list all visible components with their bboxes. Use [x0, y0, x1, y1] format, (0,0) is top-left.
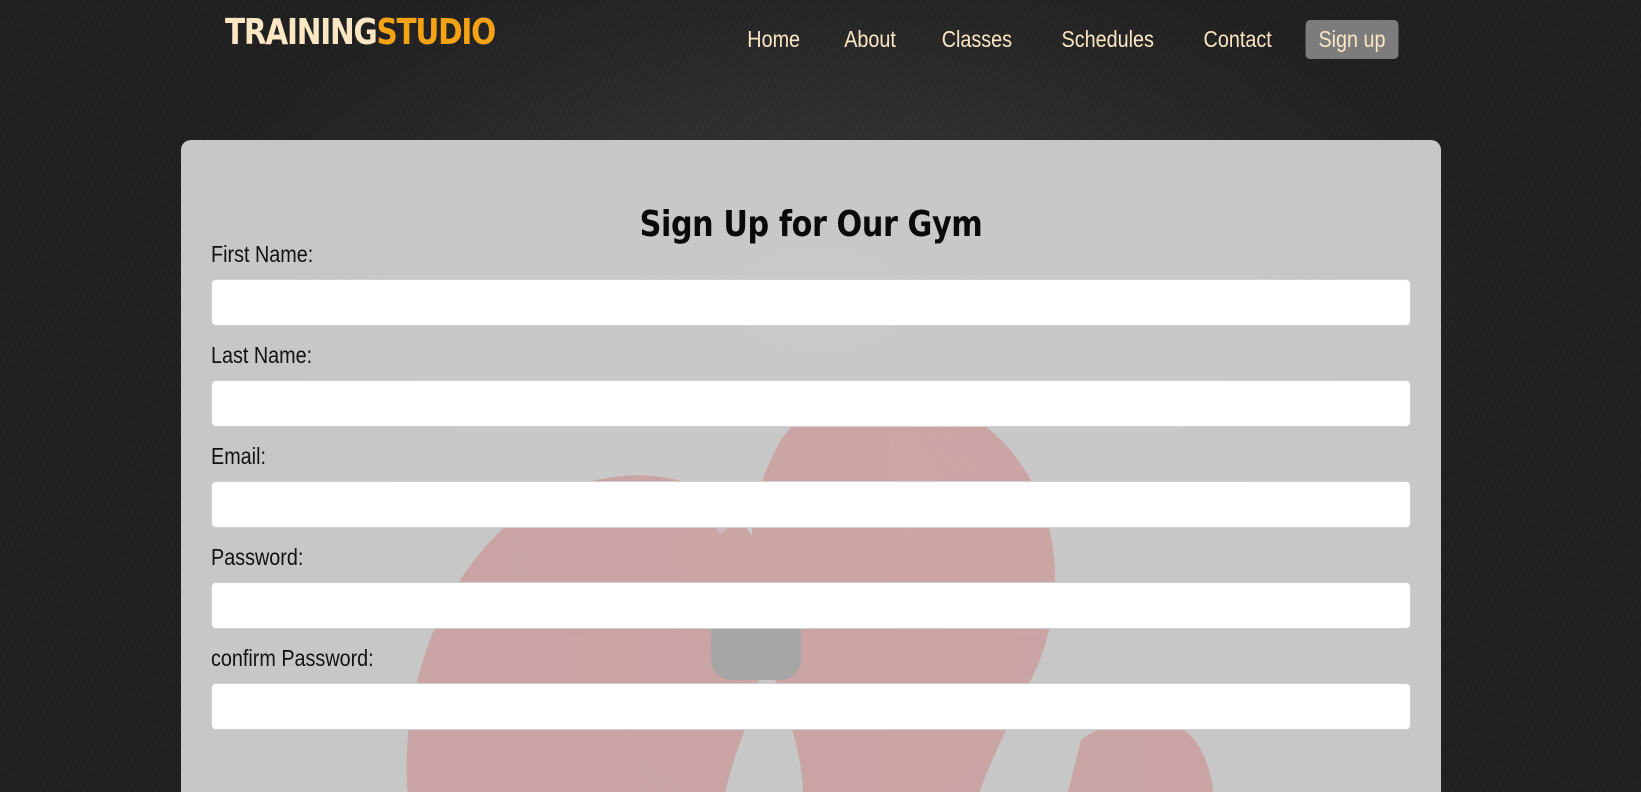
confirm-password-group: confirm Password:: [211, 644, 1411, 730]
form-title: Sign Up for Our Gym: [639, 204, 983, 245]
signup-form: First Name: Last Name: Email: Password: …: [211, 240, 1411, 730]
logo-primary-text: TRAINING: [225, 12, 378, 53]
main-nav: Home About Classes Schedules Contact Sig…: [722, 20, 1406, 59]
email-input[interactable]: [211, 481, 1411, 528]
nav-classes[interactable]: Classes: [929, 20, 1025, 59]
first-name-group: First Name:: [211, 240, 1411, 326]
first-name-label: First Name:: [211, 241, 314, 267]
email-group: Email:: [211, 442, 1411, 528]
confirm-password-label: confirm Password:: [211, 645, 374, 671]
nav-home[interactable]: Home: [734, 20, 813, 59]
last-name-label: Last Name:: [211, 342, 313, 368]
email-label: Email:: [211, 443, 266, 469]
site-header: TRAININGSTUDIO Home About Classes Schedu…: [0, 0, 1641, 80]
last-name-input[interactable]: [211, 380, 1411, 427]
nav-about[interactable]: About: [832, 20, 909, 59]
logo-accent-text: STUDIO: [376, 12, 496, 53]
password-label: Password:: [211, 544, 304, 570]
confirm-password-input[interactable]: [211, 683, 1411, 730]
site-logo[interactable]: TRAININGSTUDIO: [225, 12, 496, 53]
nav-sign-up[interactable]: Sign up: [1305, 20, 1399, 59]
password-input[interactable]: [211, 582, 1411, 629]
form-body: Sign Up for Our Gym First Name: Last Nam…: [181, 140, 1441, 730]
first-name-input[interactable]: [211, 279, 1411, 326]
signup-form-card: Sign Up for Our Gym First Name: Last Nam…: [181, 140, 1441, 792]
password-group: Password:: [211, 543, 1411, 629]
nav-schedules[interactable]: Schedules: [1049, 20, 1167, 59]
last-name-group: Last Name:: [211, 341, 1411, 427]
nav-contact[interactable]: Contact: [1190, 20, 1284, 59]
